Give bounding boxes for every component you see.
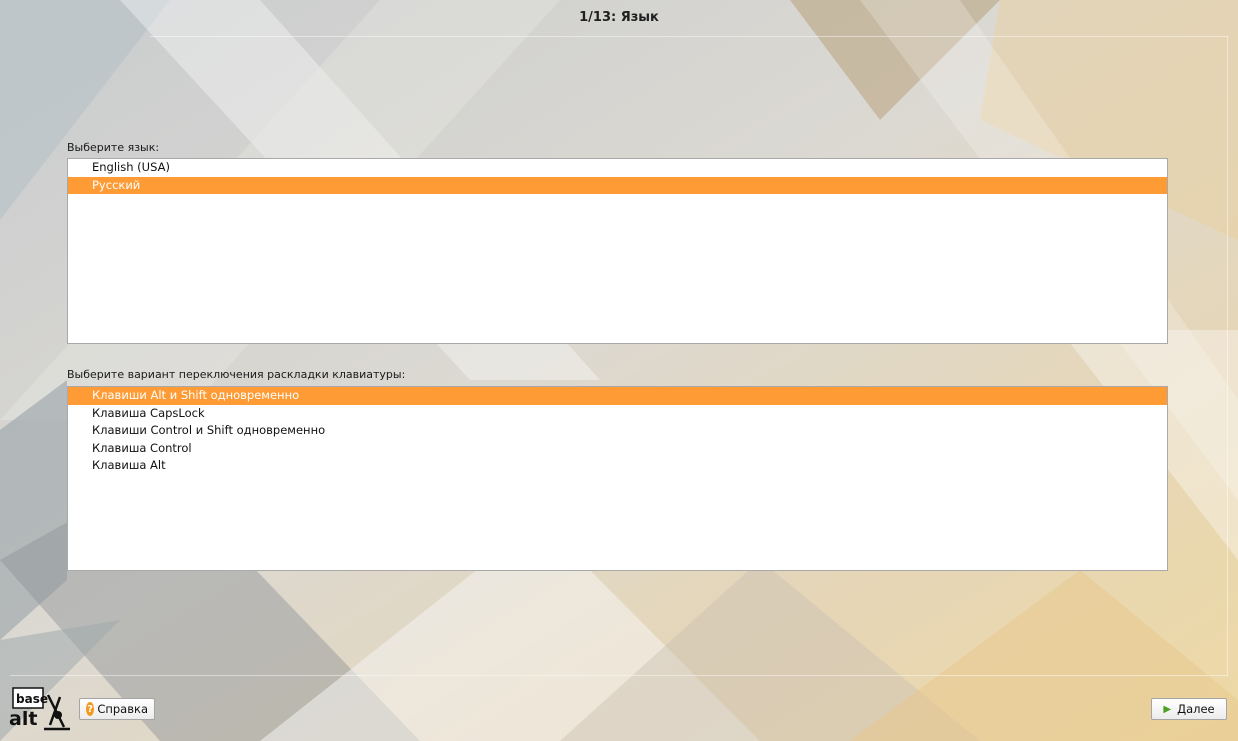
svg-text:base: base	[16, 692, 48, 706]
layout-option[interactable]: Клавиша Control	[68, 440, 1167, 458]
language-option[interactable]: Русский	[68, 176, 1167, 194]
question-icon: ?	[86, 702, 95, 716]
next-button[interactable]: ▶ Далее	[1151, 698, 1227, 720]
layout-option[interactable]: Клавиши Alt и Shift одновременно	[68, 387, 1167, 405]
page-title: 1/13: Язык	[579, 10, 659, 25]
layout-option[interactable]: Клавиша CapsLock	[68, 405, 1167, 423]
svg-text:alt: alt	[9, 708, 37, 730]
language-list[interactable]: English (USA) Русский	[67, 158, 1168, 344]
language-label: Выберите язык:	[67, 141, 160, 154]
language-option[interactable]: English (USA)	[68, 159, 1167, 177]
layout-option[interactable]: Клавиши Control и Shift одновременно	[68, 422, 1167, 440]
content-frame-right	[1227, 36, 1228, 676]
keyboard-layout-list[interactable]: Клавиши Alt и Shift одновременно Клавиша …	[67, 386, 1168, 571]
keyboard-layout-label: Выберите вариант переключения раскладки …	[67, 368, 406, 381]
base-alt-logo: base alt	[9, 687, 70, 731]
next-button-label: Далее	[1177, 702, 1215, 716]
help-button-label: Справка	[97, 702, 148, 716]
content-frame-bottom	[10, 675, 1228, 676]
content-frame-top	[150, 36, 1228, 37]
arrow-right-icon: ▶	[1163, 703, 1172, 715]
help-button[interactable]: ? Справка	[79, 698, 155, 720]
layout-option[interactable]: Клавиша Alt	[68, 457, 1167, 475]
